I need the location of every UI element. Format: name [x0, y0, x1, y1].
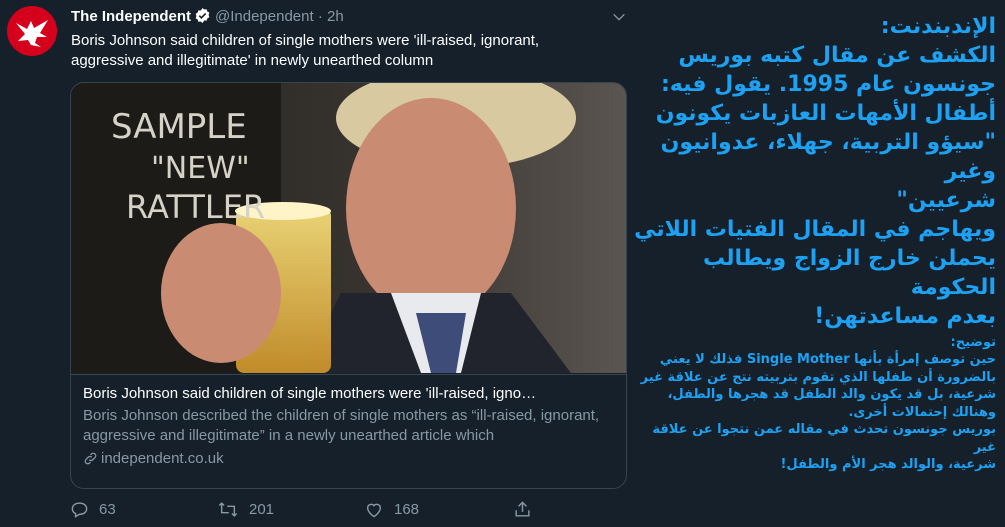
- chevron-down-icon[interactable]: [611, 9, 627, 30]
- tweet-header: The Independent @Independent · 2h: [71, 7, 344, 28]
- eagle-logo-icon: [16, 20, 48, 47]
- tweet-text: Boris Johnson said children of single mo…: [71, 32, 540, 69]
- reply-button[interactable]: 63: [70, 500, 116, 519]
- avatar[interactable]: [7, 6, 57, 56]
- overlay-line: بعدم مساعدتهن!: [814, 304, 996, 329]
- card-body: Boris Johnson said children of single mo…: [71, 374, 626, 488]
- author-name[interactable]: The Independent: [71, 8, 191, 25]
- card-domain: independent.co.uk: [83, 449, 614, 469]
- share-button[interactable]: [513, 500, 532, 519]
- svg-text:SAMPLE: SAMPLE: [111, 107, 247, 147]
- note-line: بوريس جونسون تحدث في مقاله عمن نتجوا عن …: [652, 422, 996, 455]
- note-line: حين توصف إمرأة بأنها Single Mother فذلك …: [659, 352, 996, 367]
- arabic-commentary: الإندبندنت: الكشف عن مقال كتبه بوريس جون…: [628, 12, 996, 474]
- retweet-icon: [218, 502, 238, 517]
- reply-icon: [71, 502, 88, 518]
- card-image: SAMPLE "NEW" RATTLER: [71, 83, 626, 373]
- note-label: توضيح:: [950, 335, 996, 350]
- note-line: بالضرورة أن طفلها الذي تقوم بتربيته نتج …: [640, 369, 996, 385]
- retweet-button[interactable]: 201: [217, 500, 274, 519]
- share-icon: [515, 501, 530, 517]
- card-description: Boris Johnson described the children of …: [83, 407, 600, 444]
- overlay-line: جونسون عام 1995. يقول فيه:: [660, 72, 996, 97]
- note-line: شرعية، والوالد هجر الأم والطفل!: [780, 457, 996, 472]
- overlay-title: الإندبندنت:: [880, 14, 996, 39]
- card-domain-text: independent.co.uk: [101, 450, 224, 467]
- svg-text:"NEW": "NEW": [151, 151, 250, 186]
- overlay-line: ويهاجم في المقال الفتيات اللاتي: [634, 217, 996, 242]
- overlay-line: الكشف عن مقال كتبه بوريس: [678, 43, 996, 68]
- overlay-line: "سيؤو التربية، جهلاء، عدوانيون وغير: [660, 130, 996, 184]
- action-bar: 63 201 168: [70, 500, 630, 522]
- card-title: Boris Johnson said children of single mo…: [83, 385, 537, 402]
- svg-text:RATTLER: RATTLER: [126, 188, 265, 226]
- like-icon: [366, 503, 382, 518]
- overlay-line: يحملن خارج الزواج ويطالب الحكومة: [703, 246, 996, 300]
- overlay-line: شرعيين": [896, 188, 996, 213]
- note-line: شرعية، بل قد يكون والد الطفل قد هجرها وا…: [667, 387, 996, 402]
- verified-badge-icon: [194, 7, 211, 28]
- like-button[interactable]: 168: [364, 500, 419, 519]
- link-icon: [84, 452, 97, 465]
- link-card[interactable]: SAMPLE "NEW" RATTLER Boris Johnson said …: [70, 82, 627, 489]
- note-line: وهنالك إحتمالات أخرى.: [848, 404, 996, 420]
- author-handle[interactable]: @Independent: [215, 8, 314, 25]
- like-count: 168: [394, 501, 420, 518]
- separator-dot: ·: [317, 8, 323, 25]
- reply-count: 63: [99, 501, 116, 518]
- retweet-count: 201: [249, 501, 275, 518]
- overlay-line: أطفال الأمهات العازبات يكونون: [655, 101, 996, 126]
- tweet-timestamp[interactable]: 2h: [327, 8, 344, 25]
